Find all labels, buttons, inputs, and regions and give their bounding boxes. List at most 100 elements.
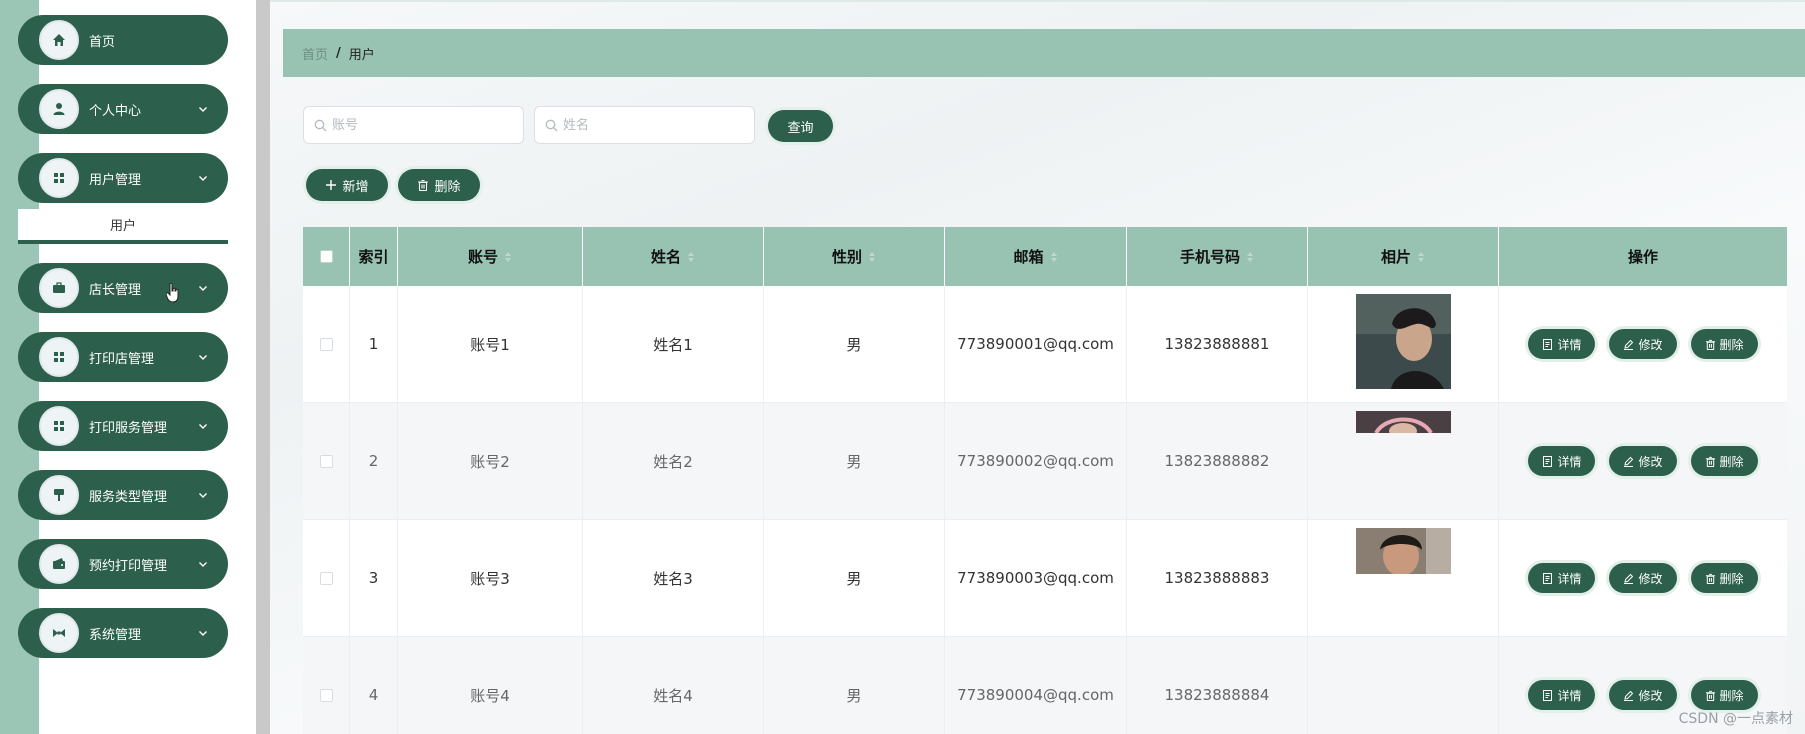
breadcrumb: 首页 / 用户 [283, 29, 1805, 77]
cell-actions: 详情 修改 删除 [1499, 520, 1787, 636]
chevron-down-icon [198, 559, 208, 569]
sidebar-item-label: 服务类型管理 [89, 489, 168, 505]
sidebar-item-personal-center[interactable]: 个人中心 [18, 84, 228, 134]
trash-icon [1705, 339, 1715, 350]
cell-photo [1308, 520, 1499, 636]
sidebar-item-label: 打印服务管理 [89, 420, 168, 436]
sort-icon [688, 251, 694, 262]
edit-icon [1624, 573, 1634, 584]
cell-actions: 详情 修改 删除 [1499, 403, 1787, 519]
row-checkbox[interactable] [319, 571, 333, 585]
delete-button[interactable]: 删除 [1690, 446, 1758, 476]
sidebar-item-service-type-management[interactable]: 服务类型管理 [18, 470, 228, 520]
edit-button-label: 修改 [1638, 571, 1663, 586]
row-checkbox[interactable] [319, 688, 333, 702]
delete-button[interactable]: 删除 [1690, 329, 1758, 359]
sidebar-item-home[interactable]: 首页 [18, 15, 228, 65]
detail-button-label: 详情 [1557, 454, 1582, 469]
row-checkbox-cell [303, 286, 350, 402]
query-button-label: 查询 [787, 120, 814, 136]
user-icon [39, 89, 79, 129]
bowtie-icon [39, 613, 79, 653]
row-checkbox[interactable] [319, 337, 333, 351]
edit-button-label: 修改 [1638, 337, 1663, 352]
delete-button[interactable]: 删除 [1690, 680, 1758, 710]
chevron-down-icon [198, 283, 208, 293]
bulk-delete-button-label: 删除 [434, 179, 461, 195]
cell-account: 账号4 [398, 637, 583, 734]
breadcrumb-current: 用户 [348, 47, 375, 63]
sidebar: 首页 个人中心 用户管理 用户 店长管理 打印店管理 打印服务管理 服务类型管理… [0, 0, 258, 734]
select-all-checkbox[interactable] [319, 250, 333, 263]
top-divider [270, 0, 1805, 2]
sidebar-item-print-shop-management[interactable]: 打印店管理 [18, 332, 228, 382]
watermark: CSDN @一点素材 [1678, 711, 1793, 727]
cell-gender: 男 [764, 637, 945, 734]
breadcrumb-home-link[interactable]: 首页 [302, 44, 328, 63]
column-header-photo[interactable]: 相片 [1308, 227, 1499, 286]
chevron-down-icon [198, 490, 208, 500]
account-search-field[interactable] [303, 106, 524, 144]
sidebar-item-print-service-management[interactable]: 打印服务管理 [18, 401, 228, 451]
row-checkbox[interactable] [319, 454, 333, 468]
home-icon [39, 20, 79, 60]
sidebar-item-system-management[interactable]: 系统管理 [18, 608, 228, 658]
column-header-gender[interactable]: 性别 [764, 227, 945, 286]
chevron-down-icon [198, 173, 208, 183]
trash-icon [1705, 456, 1715, 467]
sidebar-item-label: 个人中心 [89, 103, 142, 119]
detail-button[interactable]: 详情 [1528, 446, 1596, 476]
edit-button[interactable]: 修改 [1609, 680, 1677, 710]
delete-button[interactable]: 删除 [1690, 563, 1758, 593]
name-search-input[interactable] [563, 117, 743, 133]
column-header-account[interactable]: 账号 [398, 227, 583, 286]
document-icon [1543, 689, 1553, 701]
select-all-cell [303, 227, 350, 286]
edit-button[interactable]: 修改 [1609, 446, 1677, 476]
add-button[interactable]: 新增 [306, 169, 388, 201]
edit-button[interactable]: 修改 [1609, 563, 1677, 593]
cell-account: 账号3 [398, 520, 583, 636]
edit-icon [1624, 690, 1634, 701]
bulk-delete-button[interactable]: 删除 [398, 169, 480, 201]
document-icon [1543, 572, 1553, 584]
grid-icon [39, 158, 79, 198]
table-header: 索引 账号 姓名 性别 邮箱 手机号码 相片 操作 [303, 227, 1787, 286]
column-header-phone[interactable]: 手机号码 [1127, 227, 1308, 286]
edit-button-label: 修改 [1638, 454, 1663, 469]
cell-phone: 13823888881 [1127, 286, 1308, 402]
detail-button[interactable]: 详情 [1528, 329, 1596, 359]
user-table: 索引 账号 姓名 性别 邮箱 手机号码 相片 操作 1 账号1 姓名1 男 77… [303, 227, 1787, 734]
cell-phone: 13823888883 [1127, 520, 1308, 636]
cell-gender: 男 [764, 520, 945, 636]
sidebar-item-label: 店长管理 [89, 282, 142, 298]
column-header-name[interactable]: 姓名 [583, 227, 764, 286]
sidebar-item-appointment-print-management[interactable]: 预约打印管理 [18, 539, 228, 589]
cell-name: 姓名1 [583, 286, 764, 402]
submenu-item-user[interactable]: 用户 [18, 209, 228, 244]
detail-button-label: 详情 [1557, 337, 1582, 352]
column-header-email[interactable]: 邮箱 [945, 227, 1127, 286]
cell-account: 账号2 [398, 403, 583, 519]
cell-index: 3 [350, 520, 398, 636]
trash-icon [1705, 690, 1715, 701]
column-header-label: 邮箱 [1013, 248, 1044, 266]
cell-email: 773890002@qq.com [945, 403, 1127, 519]
cell-name: 姓名2 [583, 403, 764, 519]
detail-button[interactable]: 详情 [1528, 563, 1596, 593]
delete-button-label: 删除 [1719, 571, 1744, 586]
sidebar-item-manager-management[interactable]: 店长管理 [18, 263, 228, 313]
column-header-label: 姓名 [650, 248, 681, 266]
sort-icon [1050, 251, 1057, 262]
hand-cursor-icon [166, 283, 179, 303]
edit-icon [1624, 339, 1634, 350]
detail-button[interactable]: 详情 [1528, 680, 1596, 710]
query-button[interactable]: 查询 [768, 110, 833, 142]
edit-icon [1624, 456, 1634, 467]
account-search-input[interactable] [332, 117, 512, 133]
user-photo [1355, 528, 1451, 574]
sidebar-item-user-management[interactable]: 用户管理 [18, 153, 228, 203]
name-search-field[interactable] [534, 106, 755, 144]
edit-button[interactable]: 修改 [1609, 329, 1677, 359]
sidebar-item-label: 系统管理 [89, 627, 142, 643]
